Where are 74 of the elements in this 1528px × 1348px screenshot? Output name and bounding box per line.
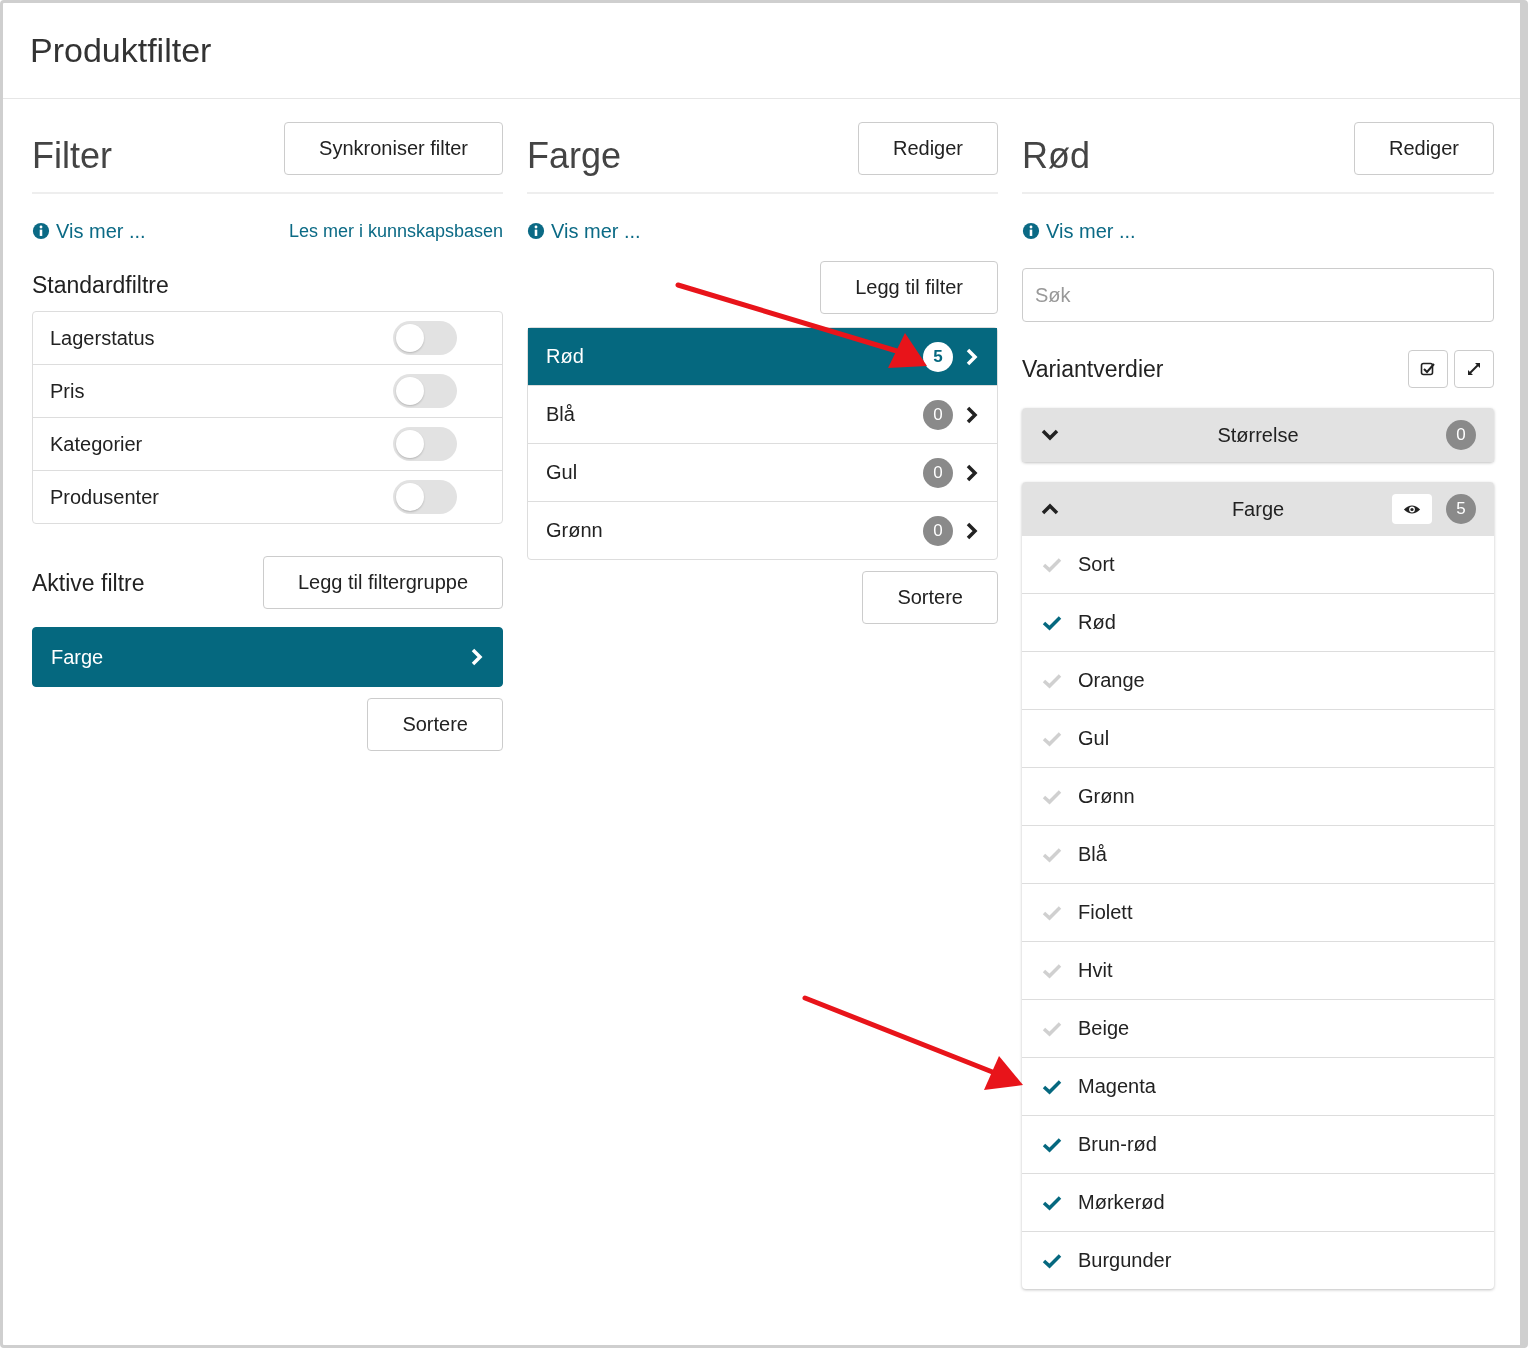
chevron-right-icon	[965, 346, 979, 367]
checkmark-icon[interactable]	[1042, 1252, 1062, 1269]
edit-button[interactable]: Rediger	[857, 122, 998, 175]
checkmark-icon[interactable]	[1042, 1136, 1062, 1153]
active-filter-item[interactable]: Farge	[32, 627, 503, 687]
section-heading: Standardfiltre	[32, 272, 170, 299]
add-filter-group-button[interactable]: Legg til filtergruppe	[262, 556, 503, 609]
add-filter-button[interactable]: Legg til filter	[820, 261, 998, 314]
filter-list-item[interactable]: Rød 5	[528, 328, 997, 385]
filter-list-item[interactable]: Gul 0	[528, 443, 997, 501]
variant-value: Grønn	[1078, 785, 1135, 808]
variant-value: Rød	[1078, 611, 1116, 634]
sort-button[interactable]: Sortere	[862, 571, 998, 624]
filter-list-item[interactable]: Blå 0	[528, 385, 997, 443]
toggle-switch[interactable]	[393, 480, 457, 514]
count-badge: 5	[923, 341, 953, 372]
info-icon	[1022, 222, 1040, 240]
panel-title: Filter	[32, 136, 112, 176]
toggle-switch[interactable]	[393, 427, 457, 461]
section-heading: Variantverdier	[1022, 355, 1164, 383]
sort-button[interactable]: Sortere	[367, 698, 503, 751]
search-field[interactable]: Søk	[1022, 268, 1494, 322]
variant-value: Burgunder	[1078, 1249, 1172, 1272]
variant-value: Brun-rød	[1078, 1133, 1157, 1156]
chevron-down-icon	[1040, 428, 1060, 442]
knowledge-base-link[interactable]: Les mer i kunnskapsbasen	[288, 220, 503, 242]
variant-value: Beige	[1078, 1017, 1130, 1040]
visibility-button[interactable]	[1392, 494, 1432, 524]
variant-value: Magenta	[1078, 1075, 1156, 1098]
eye-icon	[1403, 503, 1421, 515]
info-icon	[32, 222, 50, 240]
chevron-right-icon	[965, 462, 979, 483]
count-badge: 0	[1446, 420, 1476, 450]
checkmark-icon[interactable]	[1042, 1194, 1062, 1211]
panel-title: Farge	[527, 136, 622, 176]
count-badge: 0	[923, 457, 953, 488]
filter-label: Kategorier	[50, 432, 143, 456]
filter-label: Produsenter	[50, 485, 159, 509]
variant-group-header[interactable]: Størrelse 0	[1022, 408, 1494, 462]
chevron-right-icon	[965, 404, 979, 425]
page-title: Produktfilter	[30, 31, 212, 70]
variant-group-header[interactable]: Farge 5	[1022, 482, 1494, 536]
count-badge: 0	[923, 515, 953, 546]
count-badge: 5	[1446, 494, 1476, 524]
checkbox-icon	[1420, 361, 1436, 377]
filter-list-item[interactable]: Grønn 0	[528, 501, 997, 559]
show-more-link[interactable]: Vis mer ...	[1022, 219, 1136, 243]
chevron-right-icon	[470, 647, 484, 667]
filter-label: Pris	[50, 379, 85, 403]
select-all-button[interactable]	[1408, 350, 1448, 388]
show-more-link[interactable]: Vis mer ...	[32, 219, 146, 243]
info-icon	[527, 222, 545, 240]
checkmark-icon[interactable]	[1042, 1078, 1062, 1095]
chevron-up-icon	[1040, 502, 1060, 516]
sync-filter-button[interactable]: Synkroniser filter	[284, 122, 503, 175]
variant-value: Gul	[1078, 727, 1110, 750]
chevron-right-icon	[965, 520, 979, 541]
count-badge: 0	[923, 399, 953, 430]
expand-button[interactable]	[1454, 350, 1494, 388]
panel-title: Rød	[1022, 136, 1090, 176]
section-heading: Aktive filtre	[32, 570, 145, 597]
variant-value: Fiolett	[1078, 901, 1133, 924]
filter-label: Lagerstatus	[50, 326, 155, 350]
variant-value: Hvit	[1078, 959, 1113, 982]
variant-value: Sort	[1078, 553, 1115, 576]
variant-value: Blå	[1078, 843, 1107, 866]
expand-icon	[1466, 361, 1482, 377]
toggle-switch[interactable]	[393, 321, 457, 355]
checkmark-icon[interactable]	[1042, 614, 1062, 631]
show-more-link[interactable]: Vis mer ...	[527, 219, 641, 243]
variant-value: Orange	[1078, 669, 1145, 692]
toggle-switch[interactable]	[393, 374, 457, 408]
edit-button[interactable]: Rediger	[1353, 122, 1494, 175]
variant-value: Mørkerød	[1078, 1191, 1165, 1214]
